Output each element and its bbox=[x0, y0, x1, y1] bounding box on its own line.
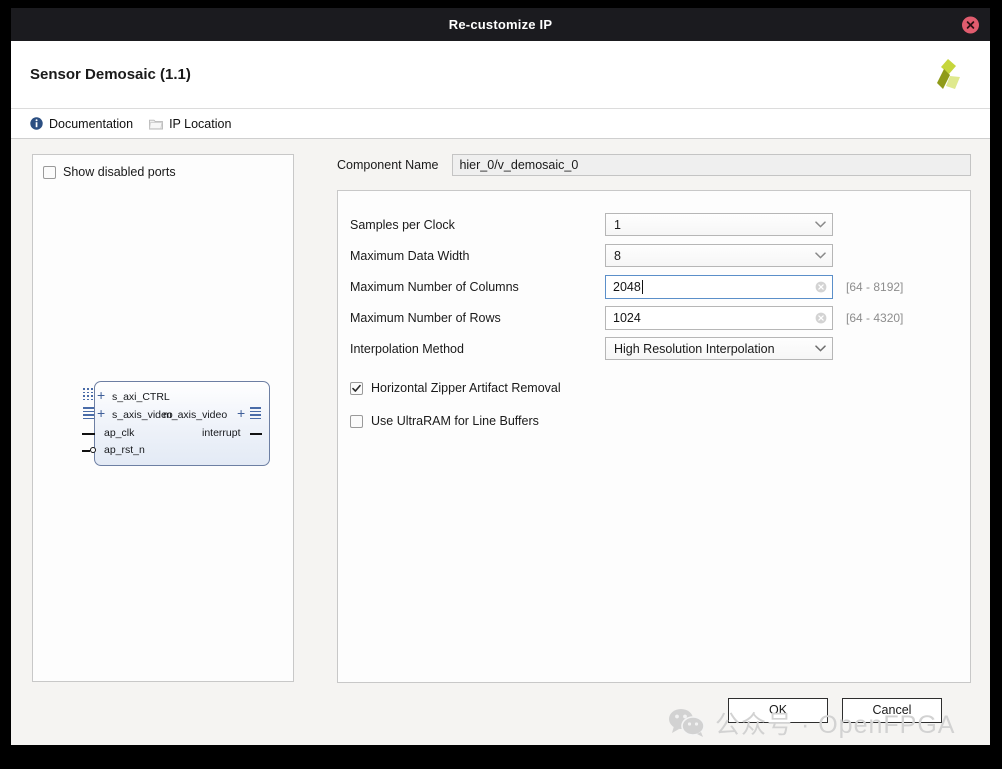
dialog-body: Show disabled ports + + s bbox=[11, 139, 990, 683]
wire-ap-rst-n bbox=[82, 450, 90, 452]
parameters-panel: Samples per Clock 1 Maximum Data Width 8 bbox=[337, 190, 971, 683]
ok-button-label: OK bbox=[769, 703, 787, 717]
input-maximum-number-of-columns-value: 2048 bbox=[613, 280, 641, 294]
range-hint-rows: [64 - 4320] bbox=[846, 311, 903, 325]
port-label-m-axis-video: m_axis_video bbox=[163, 409, 227, 421]
bus-stub-m-axis-video bbox=[250, 407, 261, 420]
cancel-button-label: Cancel bbox=[873, 703, 912, 717]
bus-stub-s-axis-video bbox=[83, 407, 94, 420]
close-icon bbox=[966, 20, 975, 29]
recustomize-ip-dialog: Re-customize IP Sensor Demosaic (1.1) bbox=[11, 8, 990, 745]
dropdown-interpolation-method-value: High Resolution Interpolation bbox=[614, 342, 775, 356]
chevron-down-icon bbox=[815, 345, 826, 352]
checkbox-label-use-ultraram: Use UltraRAM for Line Buffers bbox=[371, 414, 539, 428]
expand-plus-m-axis-video[interactable]: + bbox=[237, 406, 245, 420]
dropdown-samples-per-clock-value: 1 bbox=[614, 218, 621, 232]
port-label-ap-rst-n: ap_rst_n bbox=[104, 444, 145, 456]
chevron-down-icon bbox=[815, 221, 826, 228]
checkmark-icon bbox=[352, 384, 361, 393]
row-maximum-number-of-rows: Maximum Number of Rows 1024 [64 - 4320] bbox=[350, 302, 970, 333]
input-maximum-number-of-rows-value: 1024 bbox=[613, 311, 641, 325]
input-maximum-number-of-columns[interactable]: 2048 bbox=[605, 275, 833, 299]
label-samples-per-clock: Samples per Clock bbox=[350, 218, 605, 232]
title-bar: Re-customize IP bbox=[11, 8, 990, 41]
label-maximum-data-width: Maximum Data Width bbox=[350, 249, 605, 263]
row-samples-per-clock: Samples per Clock 1 bbox=[350, 209, 970, 240]
row-maximum-data-width: Maximum Data Width 8 bbox=[350, 240, 970, 271]
dialog-header: Sensor Demosaic (1.1) bbox=[11, 41, 990, 109]
component-name-value: hier_0/v_demosaic_0 bbox=[459, 158, 578, 172]
checkbox-box bbox=[43, 166, 56, 179]
documentation-label: Documentation bbox=[49, 117, 133, 131]
component-name-row: Component Name hier_0/v_demosaic_0 bbox=[337, 154, 971, 176]
checkbox-use-ultraram-for-line-buffers[interactable]: Use UltraRAM for Line Buffers bbox=[350, 414, 970, 428]
ip-title: Sensor Demosaic (1.1) bbox=[30, 66, 191, 83]
range-hint-columns: [64 - 8192] bbox=[846, 280, 903, 294]
row-interpolation-method: Interpolation Method High Resolution Int… bbox=[350, 333, 970, 364]
chevron-down-icon bbox=[815, 252, 826, 259]
documentation-link[interactable]: Documentation bbox=[30, 117, 133, 131]
close-button[interactable] bbox=[962, 16, 979, 33]
show-disabled-ports-checkbox[interactable]: Show disabled ports bbox=[33, 155, 293, 179]
folder-icon bbox=[149, 118, 163, 130]
dialog-footer: OK Cancel bbox=[11, 683, 990, 745]
wire-ap-clk bbox=[82, 433, 95, 435]
dropdown-maximum-data-width[interactable]: 8 bbox=[605, 244, 833, 267]
parameters-column: Component Name hier_0/v_demosaic_0 Sampl… bbox=[294, 154, 971, 683]
component-name-input[interactable]: hier_0/v_demosaic_0 bbox=[452, 154, 971, 176]
port-label-ap-clk: ap_clk bbox=[104, 427, 134, 439]
clear-input-icon[interactable] bbox=[815, 281, 827, 293]
checkbox-horizontal-zipper-artifact-removal[interactable]: Horizontal Zipper Artifact Removal bbox=[350, 381, 970, 395]
rst-invert-bubble-icon bbox=[90, 447, 96, 453]
dropdown-interpolation-method[interactable]: High Resolution Interpolation bbox=[605, 337, 833, 360]
ip-location-label: IP Location bbox=[169, 117, 231, 131]
text-caret bbox=[642, 280, 643, 294]
label-interpolation-method: Interpolation Method bbox=[350, 342, 605, 356]
info-icon bbox=[30, 117, 43, 130]
port-label-s-axi-ctrl: s_axi_CTRL bbox=[112, 391, 170, 403]
show-disabled-ports-label: Show disabled ports bbox=[63, 165, 176, 179]
dialog-toolbar: Documentation IP Location bbox=[11, 109, 990, 139]
cancel-button[interactable]: Cancel bbox=[842, 698, 942, 723]
checkbox-label-horizontal-zipper: Horizontal Zipper Artifact Removal bbox=[371, 381, 561, 395]
window-title: Re-customize IP bbox=[449, 17, 552, 32]
input-maximum-number-of-rows[interactable]: 1024 bbox=[605, 306, 833, 330]
wire-interrupt bbox=[250, 433, 262, 435]
screen: Re-customize IP Sensor Demosaic (1.1) bbox=[0, 0, 1002, 769]
label-maximum-number-of-rows: Maximum Number of Rows bbox=[350, 311, 605, 325]
dropdown-maximum-data-width-value: 8 bbox=[614, 249, 621, 263]
ok-button[interactable]: OK bbox=[728, 698, 828, 723]
ip-block-diagram: + + s_axi_CTRL s_axis_video ap_clk ap_rs… bbox=[57, 377, 269, 473]
label-maximum-number-of-columns: Maximum Number of Columns bbox=[350, 280, 605, 294]
dropdown-samples-per-clock[interactable]: 1 bbox=[605, 213, 833, 236]
ip-location-link[interactable]: IP Location bbox=[149, 117, 231, 131]
ip-symbol-panel: Show disabled ports + + s bbox=[32, 154, 294, 682]
expand-plus-s-axis-video[interactable]: + bbox=[97, 406, 105, 420]
expand-plus-s-axi-ctrl[interactable]: + bbox=[97, 388, 105, 402]
clear-input-icon[interactable] bbox=[815, 312, 827, 324]
checkbox-box bbox=[350, 382, 363, 395]
row-maximum-number-of-columns: Maximum Number of Columns 2048 [64 - 819… bbox=[350, 271, 970, 302]
component-name-label: Component Name bbox=[337, 158, 438, 172]
xilinx-logo-icon bbox=[928, 55, 968, 95]
bus-stub-s-axi-ctrl bbox=[83, 388, 94, 401]
port-label-interrupt: interrupt bbox=[202, 427, 241, 439]
checkbox-box bbox=[350, 415, 363, 428]
